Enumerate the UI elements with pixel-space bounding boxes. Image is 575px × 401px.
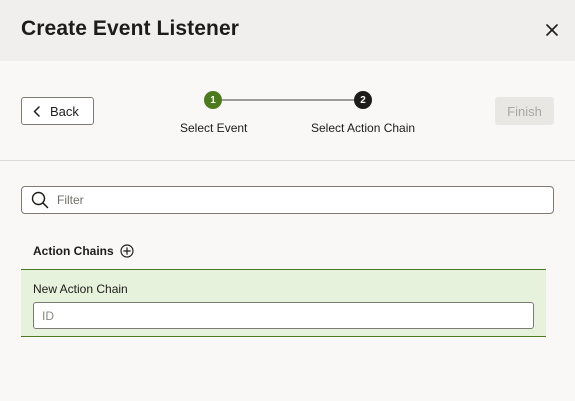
search-icon [31, 191, 49, 209]
step-1-label[interactable]: Select Event [180, 121, 247, 135]
dialog-title: Create Event Listener [21, 17, 240, 40]
filter-input[interactable] [57, 187, 537, 213]
finish-button[interactable]: Finish [495, 97, 554, 125]
step-1-indicator[interactable]: 1 [204, 91, 222, 109]
step-1-number: 1 [210, 94, 216, 106]
action-chain-id-input[interactable] [33, 302, 534, 329]
back-button-label: Back [50, 103, 79, 119]
step-connector [222, 99, 354, 101]
close-button[interactable] [540, 18, 564, 42]
add-circle-icon [120, 243, 134, 258]
new-action-chain-label: New Action Chain [33, 282, 128, 296]
close-icon [546, 24, 558, 36]
step-2-label[interactable]: Select Action Chain [311, 121, 415, 135]
dialog-header: Create Event Listener [0, 0, 575, 61]
action-chains-heading: Action Chains [33, 243, 114, 258]
new-action-chain-item: New Action Chain [21, 269, 546, 337]
add-action-chain-button[interactable] [120, 243, 135, 258]
filter-field[interactable] [21, 186, 554, 214]
back-button[interactable]: Back [21, 97, 94, 125]
step-2-number: 2 [360, 94, 366, 106]
chevron-left-icon [33, 105, 40, 117]
step-2-indicator[interactable]: 2 [354, 91, 372, 109]
wizard-toolbar: Back 1 2 Select Event Select Action Chai… [0, 61, 575, 161]
action-chains-header: Action Chains [33, 243, 135, 258]
